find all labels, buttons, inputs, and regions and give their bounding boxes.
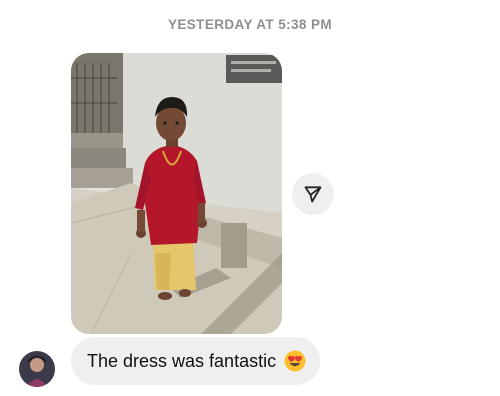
send-icon <box>304 186 322 203</box>
message-text: The dress was fantastic <box>87 350 277 371</box>
photo-message[interactable] <box>71 53 282 334</box>
sender-avatar[interactable] <box>19 351 55 387</box>
avatar-image <box>19 351 55 387</box>
message-timestamp: YESTERDAY AT 5:38 PM <box>167 17 333 32</box>
text-message-bubble[interactable]: The dress was fantastic <box>71 337 321 385</box>
boy-in-red-shirt-photo <box>71 53 282 334</box>
share-button[interactable] <box>292 173 334 215</box>
heart-eyes-emoji-icon <box>284 350 306 372</box>
